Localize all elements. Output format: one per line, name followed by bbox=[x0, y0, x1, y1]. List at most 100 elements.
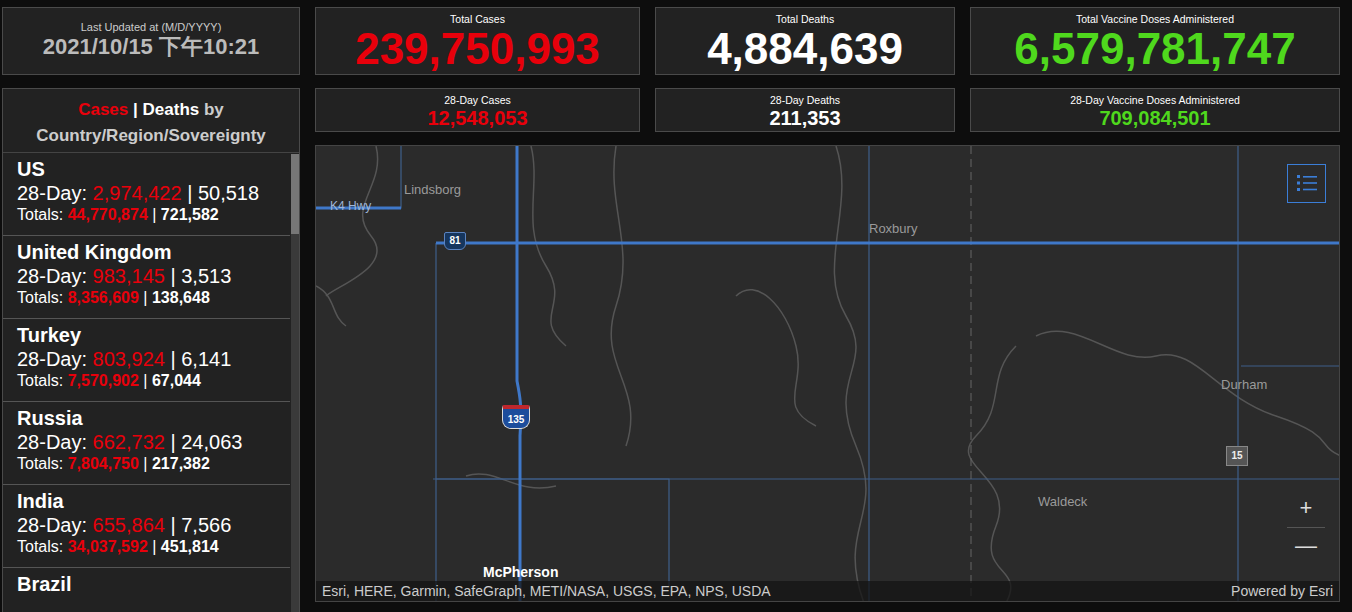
period-label: 28-Day Vaccine Doses Administered bbox=[1070, 94, 1240, 107]
period-card: 28-Day Deaths211,353 bbox=[655, 88, 955, 132]
period-cases: 662,732 bbox=[93, 431, 165, 453]
total-cases: 7,804,750 bbox=[68, 455, 139, 472]
period-deaths: 24,063 bbox=[181, 431, 242, 453]
totals-line: Totals: 44,770,874 | 721,582 bbox=[17, 205, 280, 226]
country-item[interactable]: US28-Day: 2,974,422 | 50,518Totals: 44,7… bbox=[3, 153, 290, 236]
separator: | bbox=[143, 455, 147, 472]
totals-row: Total Cases239,750,993 Total Deaths4,884,… bbox=[315, 7, 1340, 75]
zoom-in-button[interactable]: + bbox=[1287, 489, 1325, 527]
left-column: Last Updated at (M/D/YYYY)2021/10/15 下午1… bbox=[2, 7, 300, 612]
country-item[interactable]: India28-Day: 655,864 | 7,566Totals: 34,0… bbox=[3, 485, 290, 568]
totals-label: Totals: bbox=[17, 289, 63, 306]
country-name: India bbox=[17, 490, 280, 513]
totals-label: Totals: bbox=[17, 372, 63, 389]
deaths-toggle[interactable]: Deaths bbox=[143, 100, 200, 119]
totals-label: Totals: bbox=[17, 455, 63, 472]
period-value: 211,353 bbox=[769, 107, 840, 129]
map-attribution-bar: Esri, HERE, Garmin, SafeGraph, METI/NASA… bbox=[316, 581, 1339, 601]
period-value: 709,084,501 bbox=[1099, 107, 1210, 129]
period-line: 28-Day: 803,924 | 6,141 bbox=[17, 347, 280, 371]
total-value: 239,750,993 bbox=[355, 26, 600, 72]
zoom-out-button[interactable]: — bbox=[1287, 527, 1325, 565]
totals-label: Totals: bbox=[17, 206, 63, 223]
total-cases: 8,356,609 bbox=[68, 289, 139, 306]
separator: | bbox=[170, 348, 175, 370]
right-column: Total Cases239,750,993 Total Deaths4,884,… bbox=[315, 7, 1340, 612]
map-place-label: Lindsborg bbox=[404, 183, 461, 197]
period-label: 28-Day Deaths bbox=[770, 94, 840, 107]
totals-line: Totals: 7,570,902 | 67,044 bbox=[17, 371, 280, 392]
period-label: 28-Day: bbox=[17, 348, 87, 370]
period-line: 28-Day: 662,732 | 24,063 bbox=[17, 430, 280, 454]
country-item[interactable]: United Kingdom28-Day: 983,145 | 3,513Tot… bbox=[3, 236, 290, 319]
totals-line: Totals: 7,804,750 | 217,382 bbox=[17, 454, 280, 475]
period-label: 28-Day: bbox=[17, 431, 87, 453]
last-updated-panel: Last Updated at (M/D/YYYY)2021/10/15 下午1… bbox=[2, 7, 300, 75]
period-line: 28-Day: 655,864 | 7,566 bbox=[17, 513, 280, 537]
header-separator: | bbox=[133, 100, 138, 119]
total-deaths: 138,648 bbox=[152, 289, 210, 306]
total-cases: 34,037,592 bbox=[68, 538, 148, 555]
period-cases: 803,924 bbox=[93, 348, 165, 370]
total-value: 4,884,639 bbox=[707, 26, 903, 72]
legend-button[interactable] bbox=[1287, 164, 1326, 203]
period-row: 28-Day Cases12,548,053 28-Day Deaths211,3… bbox=[315, 88, 1340, 132]
route-shield: 15 bbox=[1226, 446, 1248, 466]
powered-by[interactable]: Powered by Esri bbox=[1231, 583, 1333, 599]
route-shield: 81 bbox=[444, 232, 466, 250]
map-place-label: Durham bbox=[1221, 378, 1267, 392]
separator: | bbox=[187, 182, 192, 204]
last-updated-value: 2021/10/15 下午10:21 bbox=[43, 34, 260, 60]
period-label: 28-Day: bbox=[17, 182, 87, 204]
period-cases: 2,974,422 bbox=[93, 182, 182, 204]
period-cases: 983,145 bbox=[93, 265, 165, 287]
period-cases: 655,864 bbox=[93, 514, 165, 536]
period-label: 28-Day: bbox=[17, 265, 87, 287]
total-label: Total Cases bbox=[450, 13, 505, 26]
cases-toggle[interactable]: Cases bbox=[78, 100, 128, 119]
period-label: 28-Day: bbox=[17, 514, 87, 536]
period-card: 28-Day Cases12,548,053 bbox=[315, 88, 640, 132]
country-name: United Kingdom bbox=[17, 241, 280, 264]
totals-label: Totals: bbox=[17, 538, 63, 555]
country-item[interactable]: Russia28-Day: 662,732 | 24,063Totals: 7,… bbox=[3, 402, 290, 485]
separator: | bbox=[143, 372, 147, 389]
total-card: Total Cases239,750,993 bbox=[315, 7, 640, 75]
map-roads bbox=[316, 146, 1340, 602]
map-place-label: Roxbury bbox=[869, 222, 917, 236]
separator: | bbox=[170, 514, 175, 536]
total-deaths: 217,382 bbox=[152, 455, 210, 472]
map-place-label: McPherson bbox=[483, 565, 558, 580]
dashboard: Last Updated at (M/D/YYYY)2021/10/15 下午1… bbox=[0, 0, 1352, 612]
period-line: 28-Day: 2,974,422 | 50,518 bbox=[17, 181, 280, 205]
map-place-label: Waldeck bbox=[1038, 495, 1087, 509]
country-name: Russia bbox=[17, 407, 280, 430]
country-list-panel: Cases | Deaths by Country/Region/Soverei… bbox=[2, 88, 300, 612]
country-item[interactable]: Turkey28-Day: 803,924 | 6,141Totals: 7,5… bbox=[3, 319, 290, 402]
list-scroll-thumb[interactable] bbox=[291, 154, 299, 234]
period-deaths: 50,518 bbox=[198, 182, 259, 204]
country-name: Turkey bbox=[17, 324, 280, 347]
total-cases: 7,570,902 bbox=[68, 372, 139, 389]
country-name: US bbox=[17, 158, 280, 181]
country-list-header: Cases | Deaths by Country/Region/Soverei… bbox=[3, 89, 299, 153]
separator: | bbox=[170, 431, 175, 453]
route-shield: 135 bbox=[502, 405, 530, 429]
period-line: 28-Day: 983,145 | 3,513 bbox=[17, 264, 280, 288]
separator: | bbox=[152, 206, 156, 223]
total-deaths: 451,814 bbox=[161, 538, 219, 555]
separator: | bbox=[152, 538, 156, 555]
period-deaths: 6,141 bbox=[181, 348, 231, 370]
zoom-controls: +— bbox=[1287, 489, 1325, 565]
total-label: Total Vaccine Doses Administered bbox=[1076, 13, 1234, 26]
map-attribution: Esri, HERE, Garmin, SafeGraph, METI/NASA… bbox=[322, 583, 771, 599]
list-scrollbar[interactable] bbox=[291, 154, 299, 612]
map[interactable]: Lindsborg K4 Hwy Roxbury Durham Waldeck McPhe… bbox=[315, 145, 1340, 602]
map-place-label: K4 Hwy bbox=[330, 200, 371, 213]
country-item[interactable]: Brazil bbox=[3, 568, 290, 612]
total-label: Total Deaths bbox=[776, 13, 834, 26]
period-deaths: 7,566 bbox=[181, 514, 231, 536]
totals-line: Totals: 8,356,609 | 138,648 bbox=[17, 288, 280, 309]
separator: | bbox=[143, 289, 147, 306]
list-icon bbox=[1296, 173, 1318, 193]
